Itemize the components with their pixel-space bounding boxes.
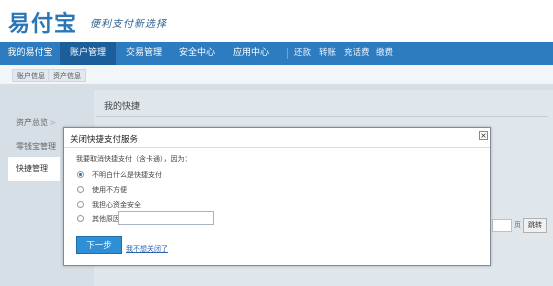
page-unit-label: 页 bbox=[514, 221, 521, 229]
nav-pay-bills[interactable]: 缴费 bbox=[376, 42, 393, 65]
option-label: 我担心资金安全 bbox=[92, 201, 141, 209]
crumb-asset-info[interactable]: 资产信息 bbox=[48, 69, 86, 82]
radio-icon[interactable] bbox=[77, 185, 84, 193]
reason-option-inconvenient[interactable]: 使用不方便 bbox=[77, 185, 127, 195]
reason-option-other[interactable]: 其他原因 bbox=[77, 214, 120, 224]
radio-icon[interactable] bbox=[77, 200, 84, 208]
dialog-body: 我要取消快捷支付（含卡通），因为： 不明白什么是快捷支付 使用不方便 我担心资金… bbox=[64, 148, 490, 265]
radio-checked-icon[interactable] bbox=[77, 170, 84, 178]
nav-my-yifubao[interactable]: 我的易付宝 bbox=[0, 42, 60, 65]
divider bbox=[96, 116, 548, 117]
option-label: 其他原因 bbox=[92, 215, 120, 223]
breadcrumb: 账户信息 资产信息 bbox=[0, 65, 553, 85]
nav-transaction-management[interactable]: 交易管理 bbox=[116, 42, 172, 65]
option-label: 不明白什么是快捷支付 bbox=[92, 171, 162, 179]
nav-divider bbox=[287, 48, 288, 59]
keep-open-link[interactable]: 我不想关闭了 bbox=[126, 244, 168, 254]
sidebar-item-quick-pay[interactable]: 快捷管理 bbox=[8, 157, 60, 181]
page-jump-button[interactable]: 跳转 bbox=[523, 218, 547, 233]
close-icon[interactable]: × bbox=[479, 131, 488, 140]
reason-question: 我要取消快捷支付（含卡通），因为： bbox=[76, 155, 192, 163]
chevron-right-icon: > bbox=[49, 118, 56, 127]
dialog-title: 关闭快捷支付服务 bbox=[70, 135, 139, 145]
crumb-account-info[interactable]: 账户信息 bbox=[12, 69, 50, 82]
nav-app-center[interactable]: 应用中心 bbox=[222, 42, 280, 65]
nav-repay[interactable]: 还款 bbox=[294, 42, 311, 65]
main-nav: 我的易付宝 账户管理 交易管理 安全中心 应用中心 还款 转账 充话费 缴费 bbox=[0, 42, 553, 65]
nav-security-center[interactable]: 安全中心 bbox=[172, 42, 222, 65]
sidebar-item-asset-overview[interactable]: 资产总览 > bbox=[8, 111, 60, 135]
reason-option-not-understand[interactable]: 不明白什么是快捷支付 bbox=[77, 170, 162, 180]
page-title: 我的快捷 bbox=[104, 102, 141, 112]
sidebar-item-change-treasure[interactable]: 零钱宝管理 bbox=[8, 135, 60, 159]
sidebar-item-label: 快捷管理 bbox=[16, 164, 48, 173]
option-label: 使用不方便 bbox=[92, 186, 127, 194]
other-reason-input[interactable] bbox=[118, 211, 214, 225]
nav-account-management[interactable]: 账户管理 bbox=[60, 42, 116, 65]
header: 易付宝 便利支付新选择 bbox=[0, 0, 553, 42]
nav-transfer[interactable]: 转账 bbox=[319, 42, 336, 65]
nav-phone-recharge[interactable]: 充话费 bbox=[344, 42, 370, 65]
close-quickpay-dialog: 关闭快捷支付服务 × 我要取消快捷支付（含卡通），因为： 不明白什么是快捷支付 … bbox=[63, 127, 491, 266]
sidebar-item-label: 零钱宝管理 bbox=[16, 142, 56, 151]
reason-option-fund-safety[interactable]: 我担心资金安全 bbox=[77, 200, 141, 210]
page-number-input[interactable] bbox=[492, 219, 512, 232]
radio-icon[interactable] bbox=[77, 214, 84, 222]
dialog-header: 关闭快捷支付服务 × bbox=[64, 128, 490, 148]
slogan: 便利支付新选择 bbox=[90, 19, 167, 30]
logo[interactable]: 易付宝 bbox=[8, 6, 77, 38]
sidebar-item-label: 资产总览 bbox=[16, 118, 48, 127]
next-step-button[interactable]: 下一步 bbox=[76, 236, 122, 254]
